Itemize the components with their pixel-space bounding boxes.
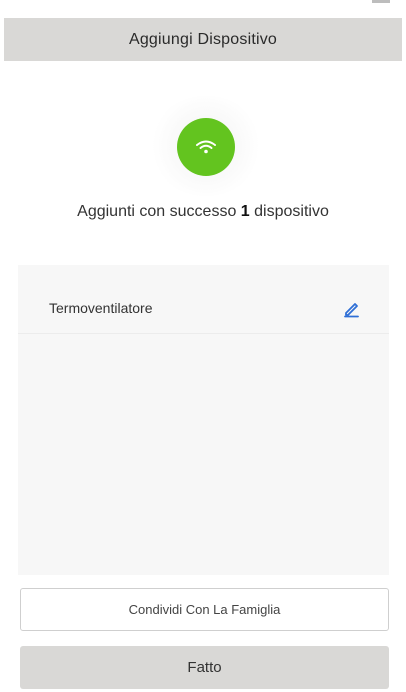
success-badge <box>177 118 235 176</box>
device-list: Termoventilatore <box>18 265 389 575</box>
device-name: Termoventilatore <box>49 300 153 316</box>
page-header: Aggiungi Dispositivo <box>4 18 402 61</box>
pencil-icon[interactable] <box>343 300 361 318</box>
success-message: Aggiunti con successo 1 dispositivo <box>0 203 406 221</box>
device-count: 1 <box>240 203 250 220</box>
share-button-label: Condividi Con La Famiglia <box>128 602 281 617</box>
success-message-prefix: Aggiunti con successo <box>77 203 241 220</box>
status-bar-indicator <box>372 0 390 3</box>
success-message-suffix: dispositivo <box>249 203 329 220</box>
done-button-label: Fatto <box>187 659 222 676</box>
done-button[interactable]: Fatto <box>20 646 389 689</box>
share-with-family-button[interactable]: Condividi Con La Famiglia <box>20 588 389 631</box>
page-title: Aggiungi Dispositivo <box>128 30 278 48</box>
wifi-icon <box>196 140 216 154</box>
device-list-item[interactable]: Termoventilatore <box>18 285 389 334</box>
